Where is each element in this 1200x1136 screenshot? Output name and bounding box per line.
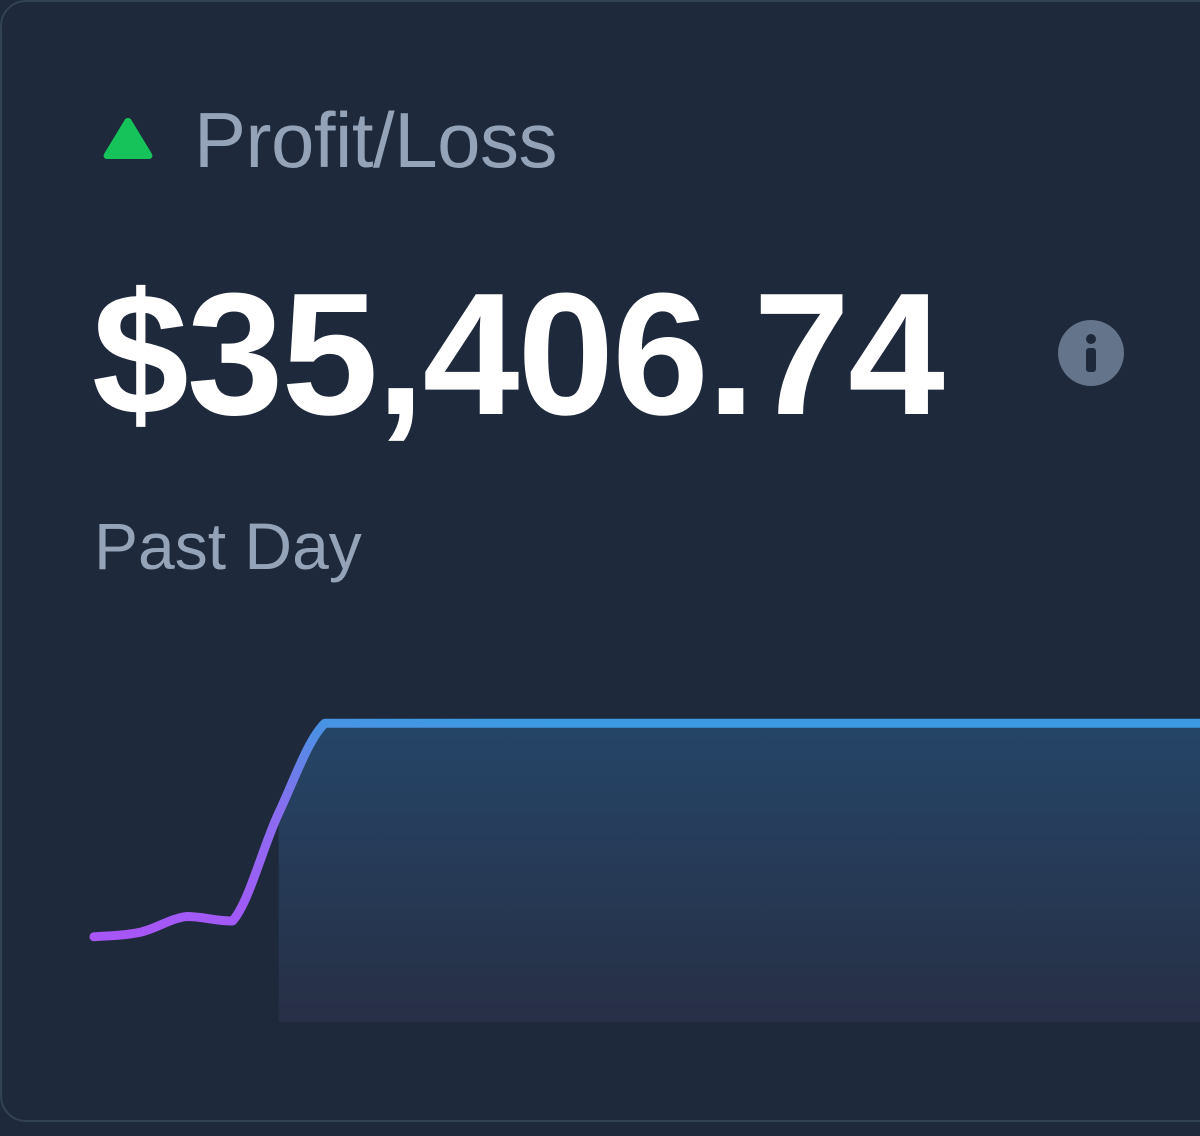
profit-loss-card: Profit/Loss $35,406.74 Past Day bbox=[0, 0, 1200, 1122]
info-icon-stem bbox=[1086, 348, 1096, 372]
triangle-up-shape bbox=[103, 118, 153, 159]
sparkline-area bbox=[278, 723, 1200, 1022]
info-icon[interactable] bbox=[1058, 320, 1124, 386]
profit-loss-sparkline bbox=[89, 718, 1200, 1022]
card-title: Profit/Loss bbox=[194, 96, 557, 184]
time-period-label: Past Day bbox=[94, 509, 362, 583]
info-icon-dot bbox=[1086, 334, 1096, 344]
triangle-up-icon bbox=[103, 118, 153, 159]
profit-loss-value: $35,406.74 bbox=[92, 256, 945, 451]
